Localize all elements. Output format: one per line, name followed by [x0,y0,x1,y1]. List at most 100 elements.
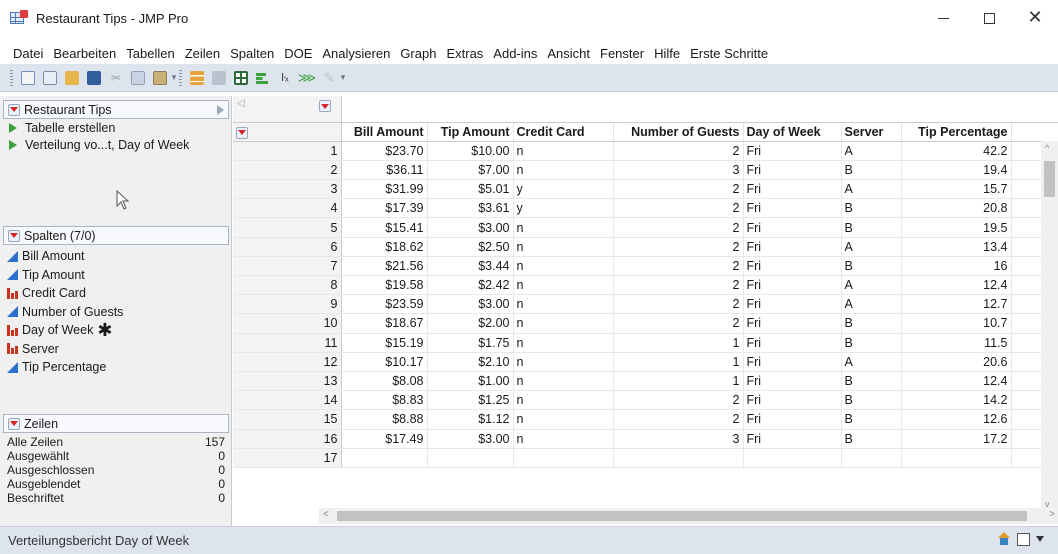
table-cell[interactable] [841,448,902,468]
table-cell[interactable]: n [513,352,614,372]
row-number[interactable]: 8 [233,275,342,296]
maximize-button[interactable] [966,0,1012,36]
table-cell[interactable]: Fri [743,160,842,181]
row-number[interactable]: 11 [233,333,342,353]
menu-item-5[interactable]: DOE [279,46,317,61]
table-cell[interactable] [427,448,514,468]
table-cell[interactable]: 12.6 [901,409,1012,430]
table-cell[interactable]: y [513,198,614,219]
table-row[interactable]: 13 $8.08 $1.00 n 1 Fri B 12.4 [233,371,1058,392]
scroll-left-arrow-icon[interactable]: < [323,509,329,520]
toolbar-overflow-icon[interactable]: ▾ [171,72,177,83]
table-cell[interactable]: A [841,237,902,257]
table-cell[interactable]: $17.49 [341,429,428,449]
column-item[interactable]: Tip Amount [3,266,229,285]
run-script-icon[interactable] [9,122,17,133]
table-cell[interactable]: 12.4 [901,371,1012,392]
table-cell[interactable] [613,448,744,468]
window-list-icon[interactable] [1017,532,1030,546]
toolbar-grip-icon[interactable] [10,69,13,86]
row-number[interactable]: 15 [233,409,342,430]
table-cell[interactable]: $3.00 [427,429,514,449]
table-cell[interactable]: 2 [613,390,744,411]
menu-item-12[interactable]: Hilfe [649,46,685,61]
table-cell[interactable]: 20.8 [901,198,1012,219]
table-cell[interactable]: 2 [613,275,744,296]
scroll-right-arrow-icon[interactable]: > [1049,509,1055,520]
table-cell[interactable]: B [841,390,902,411]
table-cell[interactable]: Fri [743,275,842,296]
row-number[interactable]: 9 [233,294,342,315]
table-cell[interactable]: 2 [613,256,744,277]
column-header[interactable]: Tip Percentage [901,122,1012,142]
table-cell[interactable]: B [841,217,902,238]
table-row[interactable]: 11 $15.19 $1.75 n 1 Fri B 11.5 [233,333,1058,353]
table-cell[interactable]: B [841,313,902,334]
table-cell[interactable]: $3.44 [427,256,514,277]
table-cell[interactable]: A [841,179,902,200]
fit-model-button[interactable]: ⋙ [298,69,317,87]
column-item[interactable]: Bill Amount [3,247,229,266]
column-item[interactable]: Tip Percentage [3,358,229,377]
table-cell[interactable]: $18.67 [341,313,428,334]
row-number[interactable]: 4 [233,198,342,219]
row-number[interactable]: 1 [233,141,342,161]
menu-item-9[interactable]: Add-ins [488,46,542,61]
table-cell[interactable]: 17.2 [901,429,1012,449]
table-cell[interactable]: $8.88 [341,409,428,430]
save-button[interactable] [85,69,103,87]
horizontal-scrollbar-thumb[interactable] [337,511,1027,521]
rows-panel-header[interactable]: Zeilen [3,414,229,433]
table-cell[interactable]: n [513,390,614,411]
table-cell[interactable]: n [513,294,614,315]
table-cell[interactable]: Fri [743,429,842,449]
menu-item-11[interactable]: Fenster [595,46,649,61]
menu-item-3[interactable]: Zeilen [180,46,225,61]
table-cell[interactable]: $21.56 [341,256,428,277]
table-row[interactable]: 4 $17.39 $3.61 y 2 Fri B 20.8 [233,198,1058,219]
table-cell[interactable]: $2.10 [427,352,514,372]
table-cell[interactable]: $23.70 [341,141,428,161]
column-header[interactable]: Number of Guests [613,122,744,142]
rows-menu-icon[interactable] [236,126,248,139]
table-cell[interactable]: A [841,275,902,296]
table-cell[interactable] [513,448,614,468]
column-header[interactable]: Day of Week [743,122,842,142]
table-cell[interactable]: 10.7 [901,313,1012,334]
table-cell[interactable]: $1.25 [427,390,514,411]
row-number[interactable]: 2 [233,160,342,181]
table-cell[interactable]: 1 [613,352,744,372]
table-cell[interactable]: 3 [613,160,744,181]
column-item[interactable]: Credit Card [3,284,229,303]
table-cell[interactable]: 1 [613,333,744,353]
row-number[interactable]: 14 [233,390,342,411]
table-cell[interactable]: 12.7 [901,294,1012,315]
table-cell[interactable]: $3.00 [427,217,514,238]
table-cell[interactable] [901,448,1012,468]
open-button[interactable] [63,69,81,87]
data-table-list-button[interactable] [188,69,206,87]
red-triangle-menu-icon[interactable] [8,103,20,116]
table-cell[interactable]: Fri [743,198,842,219]
table-row[interactable]: 8 $19.58 $2.42 n 2 Fri A 12.4 [233,275,1058,296]
table-cell[interactable]: 3 [613,429,744,449]
table-cell[interactable]: 19.4 [901,160,1012,181]
table-cell[interactable]: 2 [613,198,744,219]
table-cell[interactable]: 2 [613,409,744,430]
copy-button[interactable] [129,69,147,87]
table-cell[interactable]: 1 [613,371,744,392]
row-number[interactable]: 6 [233,237,342,257]
menu-item-1[interactable]: Bearbeiten [48,46,121,61]
table-row[interactable]: 3 $31.99 $5.01 y 2 Fri A 15.7 [233,179,1058,200]
table-cell[interactable]: B [841,333,902,353]
table-cell[interactable]: A [841,141,902,161]
table-cell[interactable]: Fri [743,141,842,161]
toolbar-overflow-icon[interactable]: ▾ [340,72,346,83]
table-row[interactable]: 2 $36.11 $7.00 n 3 Fri B 19.4 [233,160,1058,181]
minimize-button[interactable] [920,0,966,36]
table-script[interactable]: Tabelle erstellen [3,119,229,136]
table-cell[interactable]: 2 [613,217,744,238]
new-table-button[interactable] [19,69,37,87]
column-header[interactable]: Credit Card [513,122,614,142]
table-cell[interactable]: n [513,429,614,449]
